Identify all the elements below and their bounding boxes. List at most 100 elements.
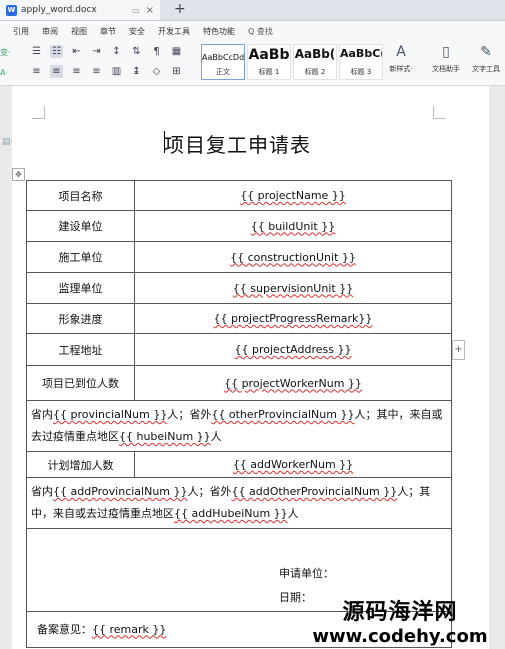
style-preview: AaBbC( <box>340 47 382 60</box>
application-table: 项目名称 {{ projectName }} 建设单位 {{ buildUnit… <box>26 180 452 648</box>
row-label[interactable]: 建设单位 <box>26 210 135 242</box>
ribbon-left-glyph-1[interactable]: 变· <box>0 43 11 63</box>
document-tab[interactable]: W apply_word.docx ▭ × <box>0 0 160 20</box>
detail-text: 省内 <box>31 485 53 498</box>
style-name: 标题 2 <box>304 68 326 76</box>
style-heading-3[interactable]: AaBbC( 标题 3 <box>339 44 383 80</box>
menu-search[interactable]: Q 查找 <box>248 26 273 37</box>
row-value: {{ projectProgressRemark}} <box>213 312 373 325</box>
remark-label: 备案意见： <box>37 622 92 636</box>
row-label[interactable]: 工程地址 <box>26 333 135 366</box>
border-icon[interactable]: ⊞ <box>170 65 183 78</box>
close-tab-icon[interactable]: × <box>146 5 154 16</box>
table-move-handle[interactable]: ✥ <box>12 168 25 181</box>
new-style-button[interactable]: A 新样式· <box>383 44 419 74</box>
show-marks-icon[interactable]: ¶ <box>150 45 163 58</box>
watermark: 源码海洋网 www.codehy.com <box>300 594 500 647</box>
decrease-indent-icon[interactable]: ⇤ <box>70 45 83 58</box>
menu-security[interactable]: 安全 <box>129 26 145 37</box>
table-row: 项目名称 {{ projectName }} <box>26 180 452 211</box>
document-title[interactable]: 项目复工申请表 <box>164 129 324 158</box>
watermark-line-2: www.codehy.com <box>312 626 488 647</box>
row-value-cell[interactable]: {{ addWorkerNum }} <box>134 451 452 478</box>
detail-text: 人 <box>210 430 222 443</box>
detail-text: 人；省外 <box>187 485 232 498</box>
row-value: {{ supervisionUnit }} <box>232 281 354 295</box>
row-value: {{ projectName }} <box>240 189 346 202</box>
style-heading-2[interactable]: AaBb( 标题 2 <box>293 44 337 80</box>
new-style-icon: A <box>396 44 406 60</box>
add-row-button[interactable]: + <box>452 340 465 360</box>
table-row: 省内{{ provincialNum }}人；省外{{ otherProvinc… <box>26 400 452 452</box>
row-value-cell[interactable]: {{ constructionUnit }} <box>134 241 452 273</box>
doc-helper-icon: ▯ <box>442 44 450 60</box>
row-value-cell[interactable]: {{ supervisionUnit }} <box>134 272 452 304</box>
style-preview: AaBbCcDd <box>202 53 244 62</box>
distribute-icon[interactable]: ▥ <box>110 65 123 78</box>
row-label[interactable]: 项目名称 <box>26 180 135 211</box>
row-value: {{ projectWorkerNum }} <box>224 376 362 390</box>
row-label[interactable]: 监理单位 <box>26 272 135 304</box>
align-center-icon[interactable]: ≡ <box>50 65 63 78</box>
menu-features[interactable]: 特色功能 <box>203 26 235 37</box>
margin-corner-tr <box>433 106 446 119</box>
row-label[interactable]: 项目已到位人数 <box>26 365 135 401</box>
menu-developer[interactable]: 开发工具 <box>158 26 190 37</box>
row-value: {{ addWorkerNum }} <box>232 458 354 471</box>
align-left-icon[interactable]: ≡ <box>30 65 43 78</box>
align-right-icon[interactable]: ≡ <box>70 65 83 78</box>
style-name: 标题 3 <box>350 68 372 76</box>
detail-placeholder: {{ addProvincialNum }} <box>53 485 188 498</box>
row-value-cell[interactable]: {{ projectProgressRemark}} <box>134 303 452 334</box>
sort-icon[interactable]: ⇅ <box>130 45 143 58</box>
table-row: 建设单位 {{ buildUnit }} <box>26 210 452 242</box>
menu-review[interactable]: 审阅 <box>42 26 58 37</box>
table-icon[interactable]: ▦ <box>170 45 183 58</box>
text-tools-button[interactable]: ✎ 文字工具 <box>468 44 504 74</box>
applicant-unit-label: 申请单位： <box>279 567 334 580</box>
row-value: {{ buildUnit }} <box>250 219 336 233</box>
table-row: 省内{{ addProvincialNum }}人；省外{{ addOtherP… <box>26 477 452 529</box>
doc-helper-button[interactable]: ▯ 文档助手 <box>428 44 464 74</box>
row-value: {{ projectAddress }} <box>234 343 352 356</box>
ribbon: 变· A· ☰ ☷ ⇤ ⇥ ↕ ⇅ ¶ ▦ ≡ ≡ ≡ ≡ ▥ ↨ ◇ ⊞ Aa… <box>0 41 505 86</box>
remark-value: {{ remark }} <box>92 622 167 636</box>
detail-text: 省内 <box>31 408 53 421</box>
text-direction-icon[interactable]: ↕ <box>110 45 123 58</box>
table-row: 工程地址 {{ projectAddress }} <box>26 333 452 366</box>
margin-corner-tl <box>32 106 45 119</box>
shading-icon[interactable]: ◇ <box>150 65 163 78</box>
table-row: 项目已到位人数 {{ projectWorkerNum }} <box>26 365 452 401</box>
ribbon-left-glyph-2[interactable]: A· <box>0 63 11 83</box>
pin-icon[interactable]: ▭ <box>132 6 140 15</box>
table-row: 监理单位 {{ supervisionUnit }} <box>26 272 452 304</box>
style-normal[interactable]: AaBbCcDd 正文 <box>201 44 245 80</box>
row-value-cell[interactable]: {{ buildUnit }} <box>134 210 452 242</box>
tab-filename: apply_word.docx <box>21 5 97 15</box>
line-spacing-icon[interactable]: ↨ <box>130 65 143 78</box>
row-label[interactable]: 施工单位 <box>26 241 135 273</box>
row-value-cell[interactable]: {{ projectWorkerNum }} <box>134 365 452 401</box>
style-name: 标题 1 <box>258 68 280 76</box>
new-style-label: 新样式· <box>389 65 413 73</box>
menu-references[interactable]: 引用 <box>13 26 29 37</box>
style-heading-1[interactable]: AaBb 标题 1 <box>247 44 291 80</box>
increase-indent-icon[interactable]: ⇥ <box>90 45 103 58</box>
detail-placeholder: {{ addHubeiNum }} <box>174 507 288 520</box>
document-page[interactable]: 项目复工申请表 ✥ 项目名称 {{ projectName }} 建设单位 {{… <box>12 86 489 649</box>
row-label[interactable]: 计划增加人数 <box>26 451 135 478</box>
row-value-cell[interactable]: {{ projectAddress }} <box>134 333 452 366</box>
menu-section[interactable]: 章节 <box>100 26 116 37</box>
justify-icon[interactable]: ≡ <box>90 65 103 78</box>
detail-placeholder: {{ otherProvincialNum }} <box>211 408 355 421</box>
menu-view[interactable]: 视图 <box>71 26 87 37</box>
detail-text: 人 <box>287 507 299 520</box>
numbered-list-icon[interactable]: ☷ <box>50 45 63 58</box>
bullet-list-icon[interactable]: ☰ <box>30 45 43 58</box>
table-row: 形象进度 {{ projectProgressRemark}} <box>26 303 452 334</box>
arrived-detail-cell[interactable]: 省内{{ provincialNum }}人；省外{{ otherProvinc… <box>26 400 452 452</box>
row-label[interactable]: 形象进度 <box>26 303 135 334</box>
plan-detail-cell[interactable]: 省内{{ addProvincialNum }}人；省外{{ addOtherP… <box>26 477 452 529</box>
new-tab-button[interactable]: + <box>174 1 186 17</box>
row-value-cell[interactable]: {{ projectName }} <box>134 180 452 211</box>
